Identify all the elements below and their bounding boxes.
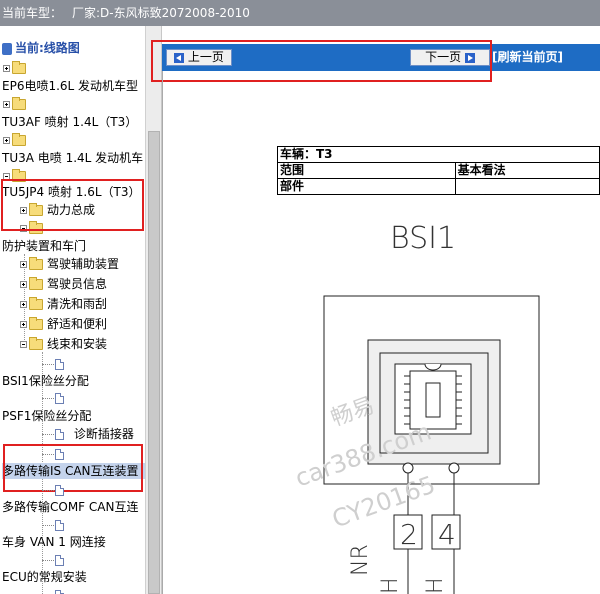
scrollbar-thumb[interactable] [148, 131, 160, 594]
pin-number-left: 2 [400, 518, 418, 551]
diagram-view: 上一页 下一页 [刷新当前页] 车辆：T3 范围基本看法 部件 BSI1 2 [151, 26, 600, 594]
tree-folder-row[interactable] [3, 96, 30, 112]
document-icon [55, 359, 64, 370]
collapse-icon[interactable] [20, 341, 27, 348]
tree-item-label: 车身 VAN 1 网连接 [2, 535, 106, 549]
tree-root[interactable]: 当前:线路图 [2, 40, 80, 56]
folder-open-icon [29, 337, 43, 350]
current-model-value: 厂家:D-东风标致2072008-2010 [72, 6, 250, 20]
tree-folder-row[interactable] [3, 132, 30, 148]
expand-icon[interactable] [20, 261, 27, 268]
tree-doc-row[interactable] [42, 482, 64, 498]
tree-item-diag-connector[interactable]: 诊断插接器 [42, 426, 134, 442]
tree-item-label: BSI1保险丝分配 [2, 374, 89, 388]
tree-item-label: TU3AF 喷射 1.4L（T3） [2, 115, 138, 129]
tree-item-label: ECU的常规安装 [2, 570, 87, 584]
tree-doc-row[interactable] [42, 552, 64, 568]
tree-item-van1[interactable]: 车身 VAN 1 网连接 [2, 534, 106, 550]
tree-item-driver-info[interactable]: 驾驶员信息 [20, 276, 107, 292]
tree-item-label: EP6电喷1.6L 发动机车型 [2, 79, 139, 93]
tree-doc-row[interactable] [42, 587, 64, 594]
tree-item-label: PSF1保险丝分配 [2, 409, 92, 423]
highlight-box [3, 444, 143, 492]
diagram-title: BSI1 [390, 221, 456, 256]
root-icon [2, 42, 12, 55]
tree-scrollbar[interactable] [145, 26, 162, 594]
tree-item-ecu-install[interactable]: ECU的常规安装 [2, 569, 87, 585]
current-model-label: 当前车型： [2, 6, 63, 20]
expand-icon[interactable] [20, 281, 27, 288]
tree-item-ep6[interactable]: EP6电喷1.6L 发动机车型 [2, 78, 138, 94]
tree-item-label: 舒适和便利 [47, 317, 108, 331]
folder-icon [29, 297, 43, 310]
tree-item-label: 防护装置和车门 [2, 239, 87, 253]
pin-4-terminal [448, 462, 460, 474]
wiring-tree-panel: 当前:线路图 EP6电喷1.6L 发动机车型 TU3AF 喷射 1.4L（T3）… [0, 26, 145, 594]
expand-icon[interactable] [3, 101, 10, 108]
tree-item-label: 驾驶员信息 [47, 277, 108, 291]
tree-item-label: 驾驶辅助装置 [47, 257, 120, 271]
expand-icon[interactable] [3, 137, 10, 144]
pin-2-terminal [402, 462, 414, 474]
document-icon [55, 393, 64, 404]
expand-icon[interactable] [20, 321, 27, 328]
tree-item-comf-can[interactable]: 多路传输COMF CAN互连 [2, 499, 138, 515]
expand-icon[interactable] [20, 301, 27, 308]
wire-color-label: NR [348, 544, 373, 576]
tree-item-label: 多路传输COMF CAN互连 [2, 500, 139, 514]
expand-icon[interactable] [3, 65, 10, 72]
tree-item-harness[interactable]: 线束和安装 [20, 336, 107, 352]
tree-folder-row[interactable] [3, 60, 30, 76]
folder-icon [12, 133, 26, 146]
wire-label-left: H [378, 577, 403, 594]
tree-item-comfort[interactable]: 舒适和便利 [20, 316, 107, 332]
tree-item-psf1-fuse[interactable]: PSF1保险丝分配 [2, 408, 91, 424]
folder-icon [12, 97, 26, 110]
pin-number-right: 4 [438, 518, 456, 551]
tree-item-protection-doors[interactable]: 防护装置和车门 [2, 238, 86, 254]
highlight-box [1, 179, 144, 231]
document-icon [55, 520, 64, 531]
fuse-element [425, 382, 441, 418]
tree-doc-row[interactable] [42, 390, 64, 406]
tree-item-label: 清洗和雨刮 [47, 297, 108, 311]
wire-label-right: H [423, 577, 448, 594]
tree-item-label: 诊断插接器 [73, 427, 134, 441]
document-icon [55, 429, 64, 440]
folder-icon [29, 277, 43, 290]
folder-icon [29, 317, 43, 330]
folder-icon [29, 257, 43, 270]
tree-item-tu3af[interactable]: TU3AF 喷射 1.4L（T3） [2, 114, 137, 130]
tree-item-driving-assist[interactable]: 驾驶辅助装置 [20, 256, 119, 272]
tree-doc-row[interactable] [42, 356, 64, 372]
document-icon [55, 590, 64, 594]
folder-icon [12, 61, 26, 74]
tree-item-bsi1-fuse[interactable]: BSI1保险丝分配 [2, 373, 89, 389]
document-icon [55, 485, 64, 496]
tree-item-wash-wipe[interactable]: 清洗和雨刮 [20, 296, 107, 312]
tree-doc-row[interactable] [42, 517, 64, 533]
tree-item-tu3a[interactable]: TU3A 电喷 1.4L 发动机车 [2, 150, 143, 166]
tree-item-label: 线束和安装 [47, 337, 108, 351]
tree-item-label: TU3A 电喷 1.4L 发动机车 [2, 151, 144, 165]
tree-root-label: 当前:线路图 [15, 41, 80, 55]
vehicle-header-bar: 当前车型： 厂家:D-东风标致2072008-2010 [0, 0, 600, 26]
document-icon [55, 555, 64, 566]
